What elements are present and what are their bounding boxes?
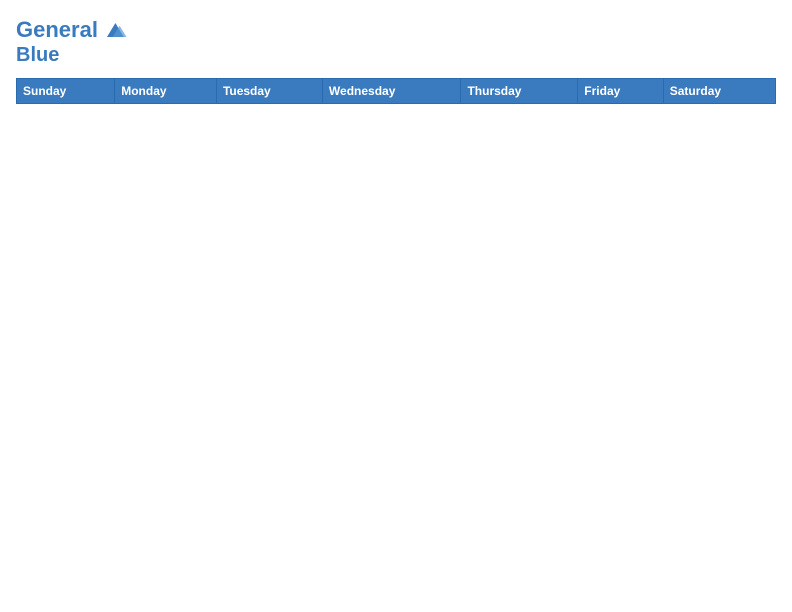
logo-blue-text: Blue — [16, 44, 128, 66]
weekday-header-row: SundayMondayTuesdayWednesdayThursdayFrid… — [17, 79, 776, 104]
weekday-saturday: Saturday — [663, 79, 775, 104]
weekday-thursday: Thursday — [461, 79, 578, 104]
page-header: General Blue — [16, 16, 776, 66]
calendar-table: SundayMondayTuesdayWednesdayThursdayFrid… — [16, 78, 776, 104]
weekday-monday: Monday — [115, 79, 217, 104]
weekday-tuesday: Tuesday — [216, 79, 322, 104]
logo-icon — [100, 16, 128, 44]
weekday-wednesday: Wednesday — [322, 79, 461, 104]
logo-text: General — [16, 18, 98, 42]
weekday-sunday: Sunday — [17, 79, 115, 104]
logo: General Blue — [16, 16, 128, 66]
weekday-friday: Friday — [578, 79, 663, 104]
